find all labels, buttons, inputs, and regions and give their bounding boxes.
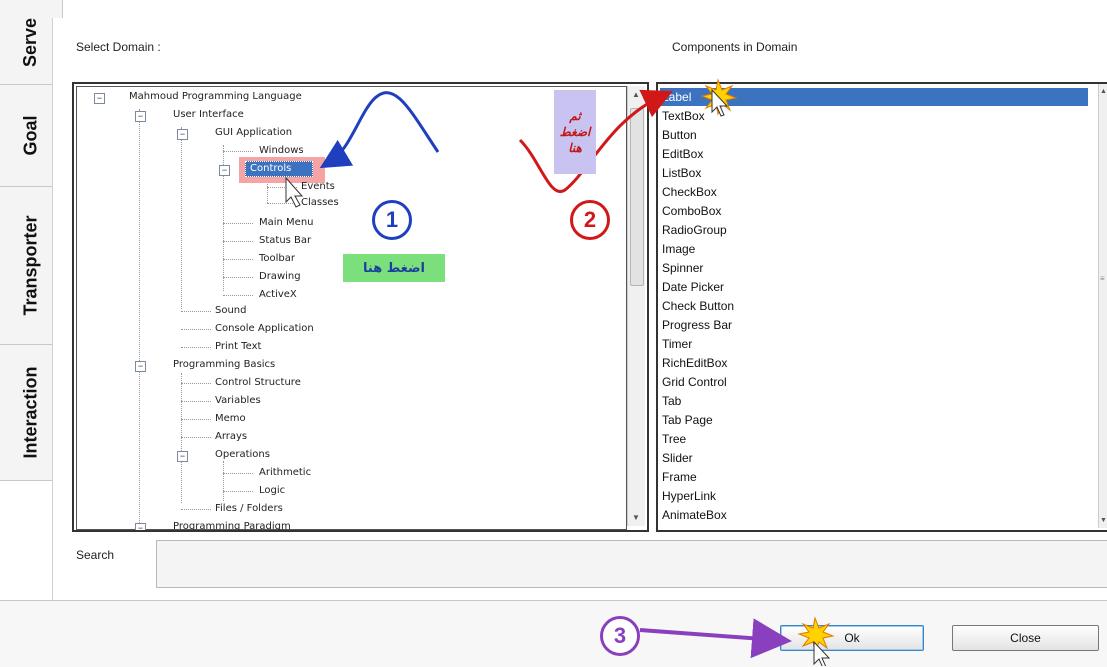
cursor-icon [285,176,304,208]
press-here-note: اضغط هنا [343,254,445,282]
step3-badge: 3 [600,616,640,656]
arrow-step1 [319,91,440,169]
then-press-line3: هنا [568,141,582,155]
step2-badge: 2 [570,200,610,240]
cursor-icon [813,640,831,666]
then-press-line1: ثم [569,109,581,123]
step1-badge: 1 [372,200,412,240]
then-press-here-note: ثم اضغط هنا [554,90,596,174]
then-press-line2: اضغط [559,125,591,139]
arrow-step3 [639,618,792,659]
